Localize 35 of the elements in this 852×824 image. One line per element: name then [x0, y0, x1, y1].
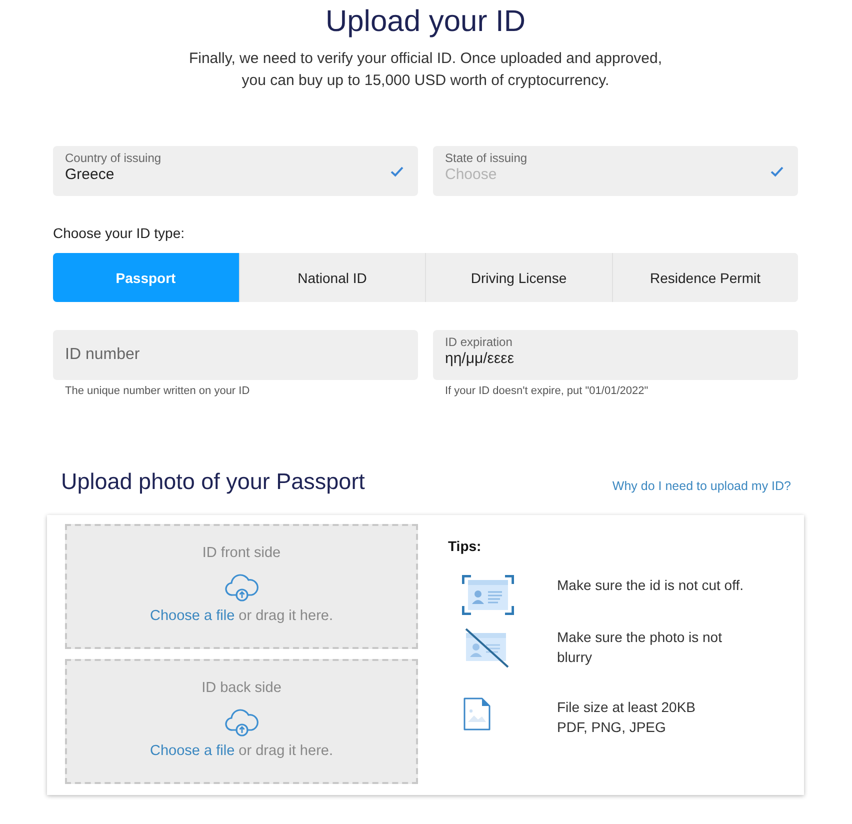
- field-label: Country of issuing: [65, 151, 162, 165]
- field-value: Greece: [65, 165, 114, 185]
- tips-title: Tips:: [448, 537, 482, 555]
- field-placeholder: ID number: [65, 345, 140, 365]
- file-dropzone[interactable]: ID front side Choose a file or drag it here.: [65, 524, 418, 649]
- image-file-icon: [463, 697, 491, 731]
- field-label: ID expiration: [445, 335, 512, 349]
- choose-file-link[interactable]: Choose a file: [150, 608, 235, 624]
- tip-text: Make sure the photo is not blurry: [557, 628, 722, 667]
- text-field[interactable]: ID number: [53, 330, 418, 380]
- file-dropzone[interactable]: ID back side Choose a file or drag it here.: [65, 659, 418, 784]
- upload-instruction: Choose a file or drag it here.: [150, 742, 333, 761]
- choose-file-link[interactable]: Choose a file: [150, 743, 235, 759]
- field-label: State of issuing: [445, 151, 528, 165]
- field-hint: If your ID doesn't expire, put "01/01/2022": [445, 384, 648, 398]
- intro-text: Finally, we need to verify your official ID. Once uploaded and approved, you can buy up to 15,000 USD worth of cryptocurrency.: [188, 49, 664, 91]
- id-card-frame-icon: [462, 575, 514, 615]
- field-hint: The unique number written on your ID: [65, 384, 250, 398]
- text-field[interactable]: ID expiration ηη/μμ/εεεε: [433, 330, 798, 380]
- section-title: Upload photo of your Passport: [61, 468, 365, 496]
- help-link[interactable]: Why do I need to upload my ID?: [612, 478, 791, 494]
- tip-text: Make sure the id is not cut off.: [557, 576, 744, 595]
- id-type-tab[interactable]: Residence Permit: [612, 253, 798, 302]
- id-type-label: Choose your ID type:: [53, 224, 185, 242]
- tip-text: File size at least 20KB PDF, PNG, JPEG: [557, 698, 696, 737]
- dropzone-label: ID front side: [202, 544, 281, 563]
- field-value: ηη/μμ/εεεε: [445, 349, 514, 369]
- id-type-tab[interactable]: Passport: [53, 253, 238, 302]
- page-title: Upload your ID: [325, 4, 526, 40]
- crossed-out-id-card-icon: [464, 627, 510, 669]
- upload-instruction: Choose a file or drag it here.: [150, 607, 333, 626]
- field-placeholder: Choose: [445, 165, 497, 185]
- select-field[interactable]: Country of issuing Greece: [53, 146, 418, 196]
- select-field[interactable]: State of issuing Choose: [433, 146, 798, 196]
- dropzone-label: ID back side: [202, 679, 282, 698]
